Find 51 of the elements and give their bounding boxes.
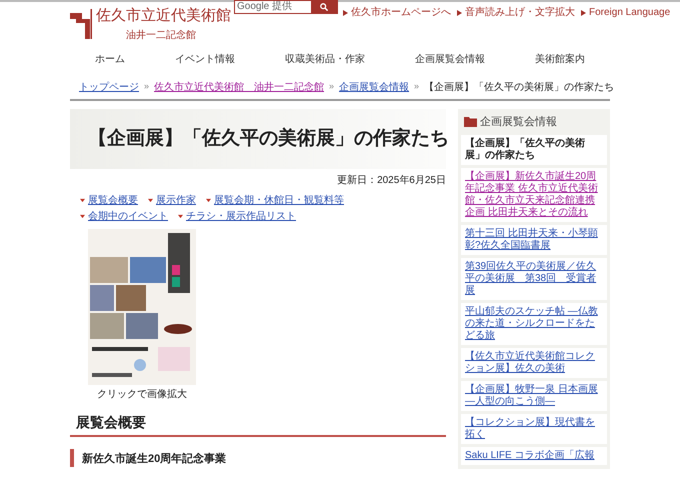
nav-item[interactable]: 企画展覧会情報 [415,52,485,66]
nav-item[interactable]: 収蔵美術品・作家 [285,52,365,66]
section-heading: 展覧会概要 [70,412,446,437]
nav-item[interactable]: 美術館案内 [535,52,585,66]
top-link[interactable]: 音声読み上げ・文字拡大 [457,7,575,19]
anchor-link[interactable]: 展覧会概要 [80,194,138,207]
sidebar-item[interactable]: 【企画展】「佐久平の美術展」の作家たち [461,135,607,165]
anchor-link[interactable]: チラシ・展示作品リスト [178,210,296,223]
page-title: 【企画展】「佐久平の美術展」の作家たち [88,126,449,151]
site-subtitle: 油井一二記念館 [126,29,197,43]
breadcrumb-separator: » [414,80,420,94]
breadcrumb-separator: » [329,80,334,94]
breadcrumb-link[interactable]: 佐久市立近代美術館 油井一二記念館 [154,80,324,94]
nav-item[interactable]: ホーム [95,52,125,66]
site-title: 佐久市立近代美術館 [96,6,231,26]
info-line: 新佐久市誕生20周年記念事業 [82,452,228,467]
logo-icon [70,9,92,39]
sidebar-item[interactable]: 平山郁夫のスケッチ帖 ―仏教の来た道・シルクロードをたどる旅 [461,303,607,345]
sidebar-heading: 企画展覧会情報 [480,114,557,130]
triangle-icon [80,198,85,203]
triangle-icon [581,10,586,16]
folder-icon [464,117,477,127]
updated-date: 更新日：2025年6月25日 [337,174,446,188]
sidebar-item[interactable]: 【コレクション展】現代書を拓く [461,414,607,444]
breadcrumb-separator: » [144,80,150,94]
triangle-icon [178,214,183,219]
top-link[interactable]: Foreign Language [581,7,670,19]
search-field[interactable]: Google 提供 [234,0,338,14]
breadcrumb-current: 【企画展】「佐久平の美術展」の作家たち [424,80,614,94]
sidebar-item[interactable]: 【企画展】牧野一泉 日本画展 ―人型の向こう側― [461,381,607,411]
breadcrumb-link[interactable]: トップページ [79,80,139,94]
triangle-icon [80,214,85,219]
anchor-link[interactable]: 展示作家 [148,194,196,207]
search-input[interactable]: Google 提供 [235,1,311,13]
breadcrumb-link[interactable]: 企画展覧会情報 [339,80,410,94]
triangle-icon [457,10,462,16]
sidebar-item[interactable]: 【企画展】新佐久市誕生20周年記念事業 佐久市立近代美術館・佐久市立天来記念館連携企画 比田井天来とその流れ [461,168,607,222]
top-link[interactable]: 佐久市ホームページへ [343,7,451,19]
sidebar-item[interactable]: 【佐久市立近代美術館コレクション展】佐久の美術 [461,348,607,378]
triangle-icon [148,198,153,203]
search-button[interactable] [311,1,337,13]
sidebar-item[interactable]: 第十三回 比田井天来・小琴顕彰?佐久全国臨書展 [461,225,607,255]
anchor-link[interactable]: 展覧会期・休館日・観覧料等 [206,194,344,207]
sidebar-item[interactable]: Saku LIFE コラボ企画「広報 [461,447,607,465]
anchor-link[interactable]: 会期中のイベント [80,210,168,223]
triangle-icon [343,10,348,16]
sidebar-item[interactable]: 第39回佐久平の美術展／佐久平の美術展 第38回 受賞者展 [461,258,607,300]
search-icon [320,3,328,11]
poster-caption: クリックで画像拡大 [97,388,187,402]
nav-item[interactable]: イベント情報 [175,52,235,66]
triangle-icon [206,198,211,203]
